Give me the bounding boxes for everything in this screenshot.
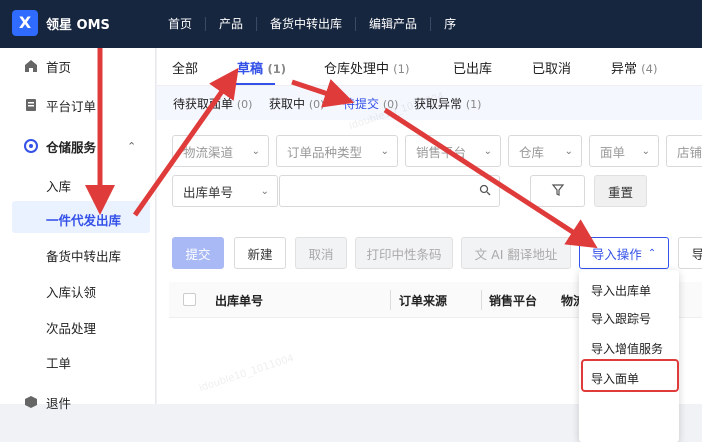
- top-nav-edit-product[interactable]: 编辑产品: [356, 17, 432, 31]
- app-logo: X: [12, 10, 38, 36]
- filter-icon: [551, 183, 565, 200]
- reset-button[interactable]: 重置: [594, 175, 647, 207]
- ai-translate-address-button[interactable]: 文 AI 翻译地址: [461, 237, 571, 269]
- chevron-down-icon: ⌄: [251, 145, 260, 157]
- logistics-channel-select[interactable]: 物流渠道 ⌄: [172, 135, 269, 167]
- top-nav-home[interactable]: 首页: [156, 17, 207, 31]
- chevron-down-icon: ⌄: [564, 145, 573, 157]
- tab-warehouse-processing[interactable]: 仓库处理中 (1): [324, 58, 409, 77]
- warehouse-select[interactable]: 仓库 ⌄: [508, 135, 582, 167]
- top-nav-more[interactable]: 序: [431, 17, 469, 31]
- search-icon[interactable]: [479, 184, 491, 199]
- app-brand: 领星 OMS: [46, 18, 110, 33]
- top-navigation-bar: X 领星 OMS 首页 产品 备货中转出库 编辑产品 序: [0, 0, 702, 48]
- export-button[interactable]: 导: [678, 237, 702, 269]
- sidebar-item-label: 平台订单: [46, 98, 97, 114]
- menu-item-import-tracking[interactable]: 导入跟踪号: [591, 310, 651, 327]
- sidebar-item-label: 退件: [46, 395, 72, 411]
- sidebar-item-home[interactable]: 首页: [0, 48, 156, 84]
- import-operations-menu: 导入出库单 导入跟踪号 导入增值服务 导入面单: [579, 270, 679, 442]
- clipboard-icon: [24, 98, 38, 112]
- home-icon: [24, 59, 38, 73]
- sidebar-item-label: 首页: [46, 59, 72, 75]
- tab-shipped[interactable]: 已出库: [453, 58, 492, 77]
- sidebar-subitem-dropship-outbound[interactable]: 一件代发出库: [46, 210, 121, 229]
- chevron-down-icon: ⌄: [260, 185, 269, 197]
- label-select[interactable]: 面单 ⌄: [589, 135, 659, 167]
- chevron-down-icon: ⌄: [483, 145, 492, 157]
- new-button[interactable]: 新建: [234, 237, 286, 269]
- tab-draft[interactable]: 草稿 (1): [237, 58, 286, 77]
- store-select[interactable]: 店铺: [666, 135, 702, 167]
- order-type-select[interactable]: 订单品种类型 ⌄: [276, 135, 398, 167]
- column-order-source: 订单来源: [399, 294, 448, 308]
- sidebar-item-platform-orders[interactable]: 平台订单: [0, 87, 156, 123]
- submit-button[interactable]: 提交: [172, 237, 224, 269]
- sales-platform-select[interactable]: 销售平台 ⌄: [405, 135, 501, 167]
- column-divider: [481, 290, 482, 310]
- select-all-checkbox[interactable]: [183, 293, 196, 306]
- sidebar-subitem-defective[interactable]: 次品处理: [46, 318, 96, 337]
- sidebar-item-label: 仓储服务: [46, 139, 97, 155]
- subtab-fetching[interactable]: 获取中 (0): [269, 95, 324, 112]
- translate-icon: 文: [474, 246, 488, 262]
- sidebar-subitem-inbound[interactable]: 入库: [46, 176, 71, 195]
- chevron-down-icon: ⌄: [641, 145, 650, 157]
- subtab-pending-label[interactable]: 待获取面单 (0): [173, 95, 252, 112]
- column-outbound-no: 出库单号: [215, 294, 264, 308]
- column-divider: [390, 290, 391, 310]
- print-barcode-button[interactable]: 打印中性条码: [355, 237, 453, 269]
- top-nav-stock-transfer[interactable]: 备货中转出库: [257, 17, 357, 31]
- import-operations-button[interactable]: 导入操作 ⌃: [579, 237, 669, 269]
- active-tab-indicator: [235, 83, 275, 85]
- highlight-box: [581, 359, 679, 392]
- advanced-filter-button[interactable]: [530, 175, 585, 207]
- search-input[interactable]: [279, 175, 500, 207]
- cancel-button[interactable]: 取消: [295, 237, 347, 269]
- tab-cancelled[interactable]: 已取消: [532, 58, 571, 77]
- column-sales-platform: 销售平台: [489, 294, 538, 308]
- menu-item-import-value-added[interactable]: 导入增值服务: [591, 340, 663, 357]
- top-nav-product[interactable]: 产品: [206, 17, 258, 31]
- top-nav: 首页 产品 备货中转出库 编辑产品 序: [156, 0, 469, 48]
- sidebar-subitem-work-order[interactable]: 工单: [46, 353, 71, 372]
- chevron-up-icon[interactable]: ⌃: [127, 140, 136, 153]
- status-tabs: 全部 草稿 (1) 仓库处理中 (1) 已出库 已取消 异常 (4): [157, 48, 702, 86]
- sidebar-subitem-stock-transfer[interactable]: 备货中转出库: [46, 246, 121, 265]
- chevron-down-icon: ⌄: [380, 145, 389, 157]
- box-icon: [24, 395, 38, 409]
- sidebar-subitem-inbound-claim[interactable]: 入库认领: [46, 282, 96, 301]
- main-content: 全部 草稿 (1) 仓库处理中 (1) 已出库 已取消 异常 (4) 待获取面单…: [157, 48, 702, 442]
- warehouse-icon: [24, 139, 38, 153]
- sidebar-item-returns[interactable]: 退件: [0, 384, 156, 420]
- watermark: idouble10_1011004: [197, 352, 296, 395]
- tab-all[interactable]: 全部: [172, 58, 198, 77]
- search-field-select[interactable]: 出库单号 ⌄: [172, 175, 278, 207]
- sidebar-item-warehouse-service[interactable]: 仓储服务 ⌃: [0, 128, 156, 164]
- tab-exception[interactable]: 异常 (4): [611, 58, 657, 77]
- chevron-up-icon: ⌃: [647, 247, 657, 259]
- menu-item-import-outbound[interactable]: 导入出库单: [591, 282, 651, 299]
- sidebar: 首页 平台订单 仓储服务 ⌃ 入库 一件代发出库 备货中转出库 入库认领 次品处…: [0, 48, 156, 411]
